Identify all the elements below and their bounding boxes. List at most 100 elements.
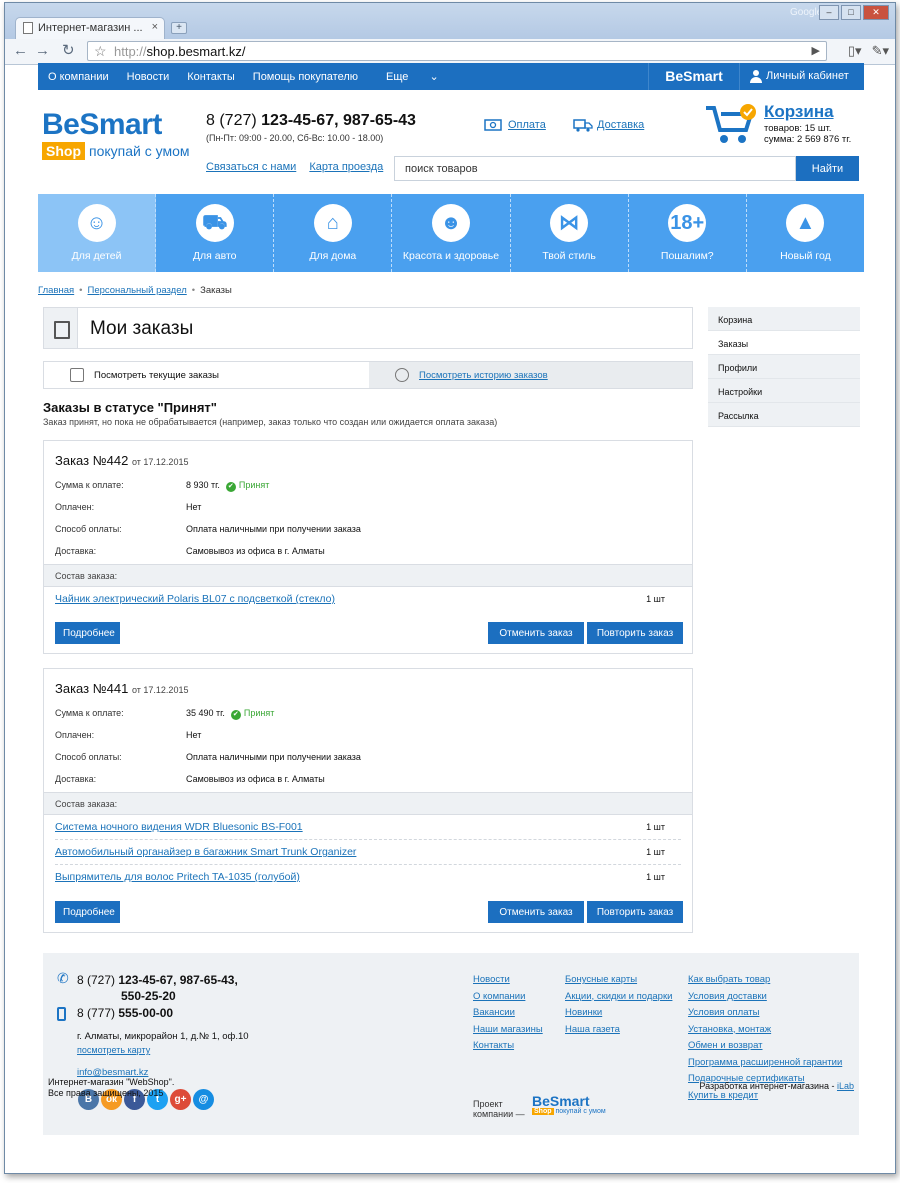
category-label: Пошалим?	[660, 250, 714, 262]
orders-icon	[44, 308, 78, 348]
category-item[interactable]: ⌂ Для дома	[274, 194, 393, 272]
bookmark-star-icon[interactable]: ☆	[94, 43, 107, 60]
brand-mini-logo[interactable]: BeSmart	[648, 63, 740, 90]
order-row-paid: Оплачен: Нет	[55, 730, 675, 744]
footer-phone1-prefix: 8 (727)	[77, 973, 116, 987]
delivery-link[interactable]: Доставка	[573, 118, 644, 132]
category-item[interactable]: ☺ Для детей	[38, 194, 157, 272]
footer: 8 (727) 123-45-67, 987-65-43, 550-25-20 8…	[43, 953, 859, 1135]
mail-icon[interactable]: @	[193, 1089, 214, 1110]
footer-link[interactable]: Наши магазины	[473, 1024, 543, 1041]
browser-tab[interactable]: Интернет-магазин ... ×	[15, 17, 165, 39]
tab-order-history[interactable]: Посмотреть историю заказов	[369, 362, 693, 388]
maximize-button[interactable]: □	[841, 5, 861, 20]
top-nav-link[interactable]: О компании	[38, 71, 117, 83]
site: О компании Новости Контакты Помощь покуп…	[38, 63, 864, 1135]
footer-link[interactable]: Условия доставки	[688, 991, 842, 1008]
new-tab-button[interactable]: +	[171, 22, 187, 34]
category-item[interactable]: ▲ Новый год	[747, 194, 864, 272]
order-row-method: Способ оплаты: Оплата наличными при полу…	[55, 752, 675, 766]
sum-value: 35 490 тг. Принят	[186, 708, 274, 720]
page-menu-icon[interactable]: ▯▾	[848, 43, 862, 59]
status-badge: Принят	[226, 480, 269, 490]
footer-map-link[interactable]: посмотреть карту	[77, 1045, 150, 1055]
sidebar-item-newsletter[interactable]: Рассылка	[708, 403, 860, 427]
footer-link[interactable]: Условия оплаты	[688, 1007, 842, 1024]
category-item[interactable]: ⋈ Твой стиль	[511, 194, 629, 272]
top-nav-link[interactable]: Новости	[117, 71, 178, 83]
breadcrumb-link[interactable]: Персональный раздел	[88, 285, 187, 296]
cancel-order-button[interactable]: Отменить заказ	[488, 901, 584, 923]
sidebar-item-orders[interactable]: Заказы	[708, 331, 860, 355]
category-label: Для дома	[309, 250, 357, 262]
site-logo[interactable]: BeSmart Shop покупай с умом	[42, 110, 190, 160]
directions-map-link[interactable]: Карта проезда	[309, 161, 383, 173]
category-item[interactable]: ☻ Красота и здоровье	[392, 194, 511, 272]
sidebar-item-profiles[interactable]: Профили	[708, 355, 860, 379]
copyright-line-2: Все права защищены, 2015	[48, 1088, 164, 1098]
logo-main: BeSmart	[42, 108, 162, 141]
footer-link[interactable]: Программа расширенной гарантии	[688, 1057, 842, 1074]
personal-cabinet-link[interactable]: Личный кабинет	[744, 63, 864, 90]
footer-link[interactable]: Установка, монтаж	[688, 1024, 842, 1041]
footer-phone1-extra: 550-25-20	[121, 989, 176, 1003]
contact-us-link[interactable]: Связаться с нами	[206, 161, 296, 173]
top-nav-link[interactable]: Помощь покупателю	[243, 71, 366, 83]
wrench-menu-icon[interactable]: ✎▾	[872, 43, 889, 59]
top-nav-more[interactable]: Еще ⌄	[366, 70, 455, 83]
address-bar[interactable]: ☆ http://shop.besmart.kz/ ▶	[87, 41, 827, 61]
tab-current-orders[interactable]: Посмотреть текущие заказы	[44, 362, 369, 388]
cart-widget[interactable]: Корзина товаров: 15 шт. сумма: 2 569 876…	[704, 102, 864, 150]
close-window-button[interactable]: ✕	[863, 5, 889, 20]
details-button[interactable]: Подробнее	[55, 901, 120, 923]
project-logo-sub: Shop покупай с умом	[532, 1108, 606, 1115]
footer-phone1-numbers: 123-45-67, 987-65-43,	[118, 973, 238, 987]
repeat-order-button[interactable]: Повторить заказ	[587, 622, 683, 644]
footer-column-2: Бонусные карты Акции, скидки и подарки Н…	[565, 974, 672, 1040]
footer-link[interactable]: Вакансии	[473, 1007, 543, 1024]
back-icon[interactable]: ←	[13, 43, 28, 59]
footer-link[interactable]: Акции, скидки и подарки	[565, 991, 672, 1008]
order-item-link[interactable]: Чайник электрический Polaris BL07 с подс…	[55, 593, 335, 605]
order-row-paid: Оплачен: Нет	[55, 502, 675, 516]
developer-link[interactable]: iLab	[837, 1081, 854, 1091]
footer-link[interactable]: Как выбрать товар	[688, 974, 842, 991]
category-item[interactable]: 18+ Пошалим?	[629, 194, 747, 272]
footer-link[interactable]: О компании	[473, 991, 543, 1008]
top-nav-link[interactable]: Контакты	[177, 71, 243, 83]
footer-link[interactable]: Новости	[473, 974, 543, 991]
repeat-order-button[interactable]: Повторить заказ	[587, 901, 683, 923]
project-label: Проект компании —	[473, 1099, 525, 1119]
order-row-sum: Сумма к оплате: 35 490 тг. Принят	[55, 708, 675, 722]
phone-prefix: 8 (727)	[206, 112, 257, 129]
sidebar-item-cart[interactable]: Корзина	[708, 307, 860, 331]
minimize-button[interactable]: –	[819, 5, 839, 20]
status-title: Заказы в статусе "Принят"	[43, 400, 217, 415]
breadcrumb-link[interactable]: Главная	[38, 285, 74, 296]
project-logo[interactable]: BeSmart Shop покупай с умом	[532, 1094, 606, 1115]
footer-link[interactable]: Обмен и возврат	[688, 1040, 842, 1057]
footer-link[interactable]: Новинки	[565, 1007, 672, 1024]
beauty-icon: ☻	[431, 204, 470, 242]
category-item[interactable]: ⛟ Для авто	[156, 194, 275, 272]
order-item: Система ночного видения WDR Bluesonic BS…	[55, 815, 681, 840]
order-item-link[interactable]: Выпрямитель для волос Pritech TA-1035 (г…	[55, 871, 300, 883]
footer-link[interactable]: Бонусные карты	[565, 974, 672, 991]
payment-link[interactable]: Оплата	[484, 118, 546, 132]
footer-link[interactable]: Наша газета	[565, 1024, 672, 1041]
search-button[interactable]: Найти	[796, 156, 859, 181]
search-input[interactable]	[394, 156, 796, 181]
sidebar-item-settings[interactable]: Настройки	[708, 379, 860, 403]
tab-close-icon[interactable]: ×	[152, 21, 158, 33]
delivery-label: Доставка:	[55, 774, 97, 784]
order-number: Заказ №441	[55, 681, 129, 696]
order-item-link[interactable]: Автомобильный органайзер в багажник Smar…	[55, 846, 356, 858]
forward-icon[interactable]: →	[35, 43, 50, 59]
details-button[interactable]: Подробнее	[55, 622, 120, 644]
order-item-link[interactable]: Система ночного видения WDR Bluesonic BS…	[55, 821, 303, 833]
go-icon[interactable]: ▶	[812, 44, 820, 57]
footer-link[interactable]: Контакты	[473, 1040, 543, 1057]
cancel-order-button[interactable]: Отменить заказ	[488, 622, 584, 644]
reload-icon[interactable]: ↻	[62, 43, 75, 59]
footer-link[interactable]: Купить в кредит	[688, 1090, 842, 1107]
